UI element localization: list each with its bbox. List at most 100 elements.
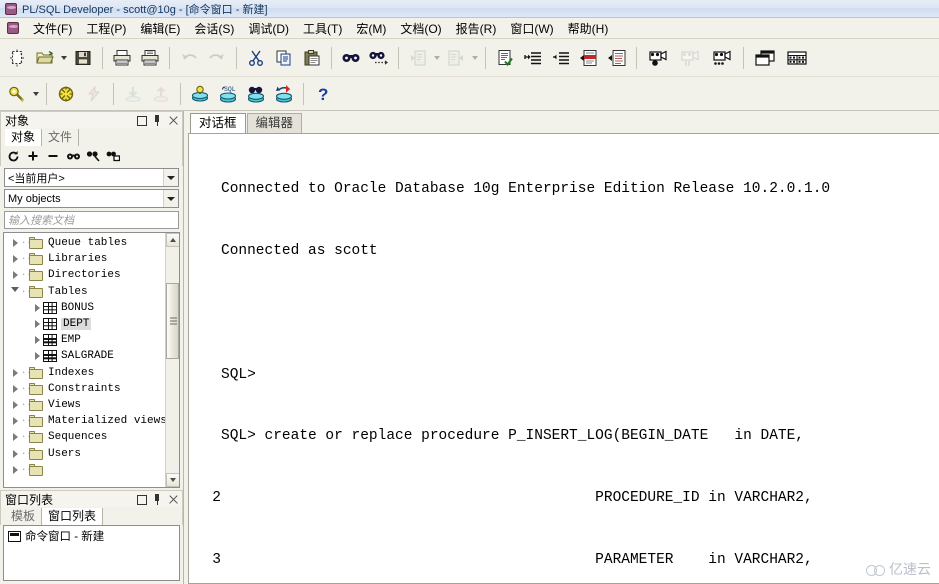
open-folder-icon[interactable]: [32, 45, 58, 71]
scroll-thumb[interactable]: [166, 283, 179, 359]
tab-dialog[interactable]: 对话框: [190, 113, 246, 134]
tree-item-directories[interactable]: ·· Directories: [4, 267, 165, 283]
chevron-right-icon[interactable]: [10, 270, 20, 280]
pin-icon[interactable]: [152, 493, 163, 505]
tree-item-users[interactable]: ·· Users: [4, 445, 165, 461]
chevron-right-icon[interactable]: [10, 238, 20, 248]
tab-templates[interactable]: 模板: [5, 508, 43, 525]
chevron-right-icon[interactable]: [10, 432, 20, 442]
tile-windows-icon[interactable]: [782, 45, 812, 71]
scroll-down-arrow[interactable]: [165, 473, 179, 487]
outdent-icon[interactable]: [548, 45, 574, 71]
tab-window-list[interactable]: 窗口列表: [42, 508, 104, 525]
app-menu-icon[interactable]: [5, 21, 21, 36]
chevron-down-icon[interactable]: [10, 287, 20, 297]
help-icon[interactable]: ?: [310, 81, 336, 107]
chevron-down-icon[interactable]: [163, 190, 178, 207]
find-icon[interactable]: [338, 45, 364, 71]
sql-session-icon[interactable]: SQL: [215, 81, 241, 107]
record-macro-icon[interactable]: [643, 45, 673, 71]
chevron-right-icon[interactable]: [10, 416, 20, 426]
cut-icon[interactable]: [243, 45, 269, 71]
indent-icon[interactable]: [520, 45, 546, 71]
menu-session[interactable]: 会话(S): [187, 18, 241, 39]
chevron-right-icon[interactable]: [32, 303, 42, 313]
tree-item-materialized-views[interactable]: ·· Materialized views: [4, 413, 165, 429]
menu-file[interactable]: 文件(F): [26, 18, 79, 39]
syntax-check-icon[interactable]: [492, 45, 518, 71]
tree-item-views[interactable]: ·· Views: [4, 397, 165, 413]
print-preview-icon[interactable]: [137, 45, 163, 71]
maximize-icon[interactable]: [136, 494, 147, 505]
filter-icon[interactable]: [85, 148, 101, 164]
chevron-right-icon[interactable]: [10, 384, 20, 394]
chevron-right-icon[interactable]: [10, 254, 20, 264]
chevron-right-icon[interactable]: [10, 368, 20, 378]
user-filter-combo[interactable]: <当前用户>: [4, 168, 179, 187]
menu-reports[interactable]: 报告(R): [449, 18, 504, 39]
tree-item-salgrade[interactable]: SALGRADE: [4, 348, 165, 364]
rollback-session-icon[interactable]: [271, 81, 297, 107]
chevron-right-icon[interactable]: [10, 449, 20, 459]
list-item[interactable]: 命令窗口 - 新建: [4, 526, 179, 546]
execute-icon[interactable]: [53, 81, 79, 107]
search-input[interactable]: 输入搜索文档: [4, 211, 179, 229]
find-icon[interactable]: [65, 148, 81, 164]
tree-item-indexes[interactable]: ·· Indexes: [4, 365, 165, 381]
close-icon[interactable]: [168, 494, 179, 505]
pin-icon[interactable]: [152, 114, 163, 126]
find-session-icon[interactable]: [243, 81, 269, 107]
tree-item-dept[interactable]: DEPT: [4, 316, 165, 332]
tree-item-partial[interactable]: ··: [4, 462, 165, 478]
copy-icon[interactable]: [271, 45, 297, 71]
print-icon[interactable]: [109, 45, 135, 71]
chevron-right-icon[interactable]: [10, 465, 20, 475]
menu-help[interactable]: 帮助(H): [561, 18, 616, 39]
menu-window[interactable]: 窗口(W): [503, 18, 560, 39]
tree-item-tables[interactable]: ·· Tables: [4, 284, 165, 300]
explain-plan-icon[interactable]: [4, 81, 30, 107]
scroll-up-arrow[interactable]: [165, 233, 179, 247]
tab-files[interactable]: 文件: [42, 129, 80, 146]
refresh-icon[interactable]: [5, 148, 21, 164]
remove-icon[interactable]: [45, 148, 61, 164]
play-macro-icon[interactable]: [707, 45, 737, 71]
chevron-right-icon[interactable]: [10, 400, 20, 410]
menu-documents[interactable]: 文档(O): [393, 18, 448, 39]
command-window-output[interactable]: Connected to Oracle Database 10g Enterpr…: [188, 133, 939, 584]
add-icon[interactable]: [25, 148, 41, 164]
tab-editor[interactable]: 编辑器: [246, 113, 303, 133]
save-icon[interactable]: [70, 45, 96, 71]
new-window-icon[interactable]: [4, 45, 30, 71]
folder-options-icon[interactable]: [105, 148, 121, 164]
maximize-icon[interactable]: [136, 115, 147, 126]
chevron-right-icon[interactable]: [32, 319, 42, 329]
find-next-icon[interactable]: [366, 45, 392, 71]
chevron-down-icon[interactable]: [163, 169, 178, 186]
tree-scrollbar[interactable]: [165, 233, 179, 487]
tree-item-libraries[interactable]: ·· Libraries: [4, 251, 165, 267]
tab-objects[interactable]: 对象: [5, 129, 43, 146]
menu-edit[interactable]: 编辑(E): [133, 18, 187, 39]
menu-debug[interactable]: 调试(D): [241, 18, 296, 39]
chevron-right-icon[interactable]: [32, 335, 42, 345]
menu-tools[interactable]: 工具(T): [296, 18, 349, 39]
tree-item-constraints[interactable]: ·· Constraints: [4, 381, 165, 397]
tree-item-emp[interactable]: EMP: [4, 332, 165, 348]
uncomment-icon[interactable]: [604, 45, 630, 71]
paste-icon[interactable]: [299, 45, 325, 71]
cascade-windows-icon[interactable]: [750, 45, 780, 71]
tree-item-sequences[interactable]: ·· Sequences: [4, 429, 165, 445]
close-icon[interactable]: [168, 115, 179, 126]
open-dropdown-caret[interactable]: [59, 47, 69, 69]
comment-icon[interactable]: [576, 45, 602, 71]
tree-item-bonus[interactable]: BONUS: [4, 300, 165, 316]
undo-icon: [176, 45, 202, 71]
menu-macro[interactable]: 宏(M): [349, 18, 393, 39]
menu-project[interactable]: 工程(P): [79, 18, 133, 39]
tree-item-queue-tables[interactable]: ·· Queue tables: [4, 235, 165, 251]
session-info-icon[interactable]: [187, 81, 213, 107]
explain-plan-caret[interactable]: [31, 83, 41, 105]
chevron-right-icon[interactable]: [32, 351, 42, 361]
object-filter-combo[interactable]: My objects: [4, 189, 179, 208]
